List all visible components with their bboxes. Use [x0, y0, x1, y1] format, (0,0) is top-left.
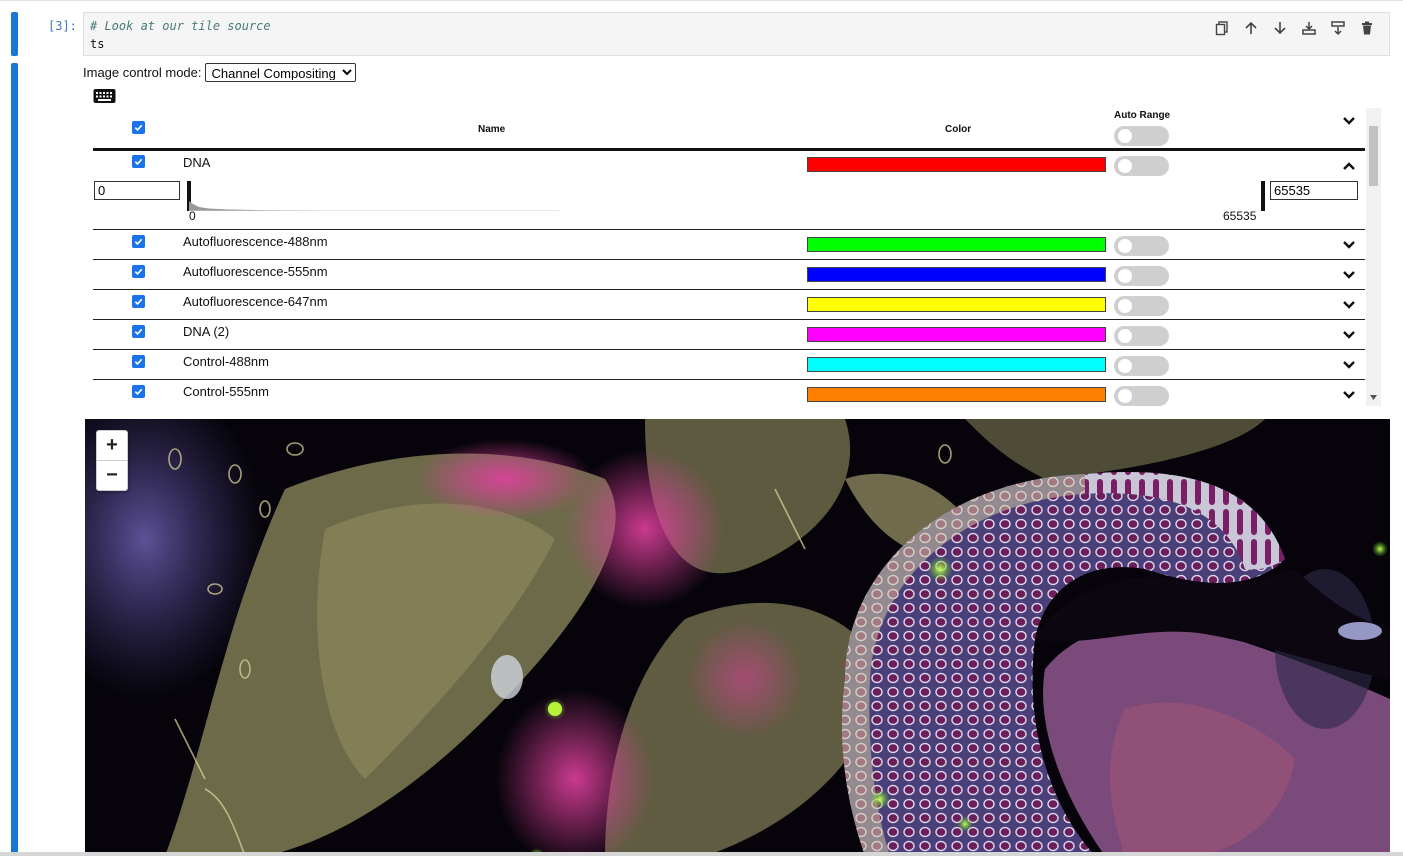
- auto-range-toggle[interactable]: [1114, 266, 1169, 286]
- channel-checkbox[interactable]: [132, 355, 145, 368]
- arrow-down-icon[interactable]: [1265, 18, 1294, 38]
- chevron-down-icon[interactable]: [1342, 390, 1356, 400]
- keyboard-icon[interactable]: [93, 88, 116, 107]
- cell-toolbar: [1207, 18, 1381, 38]
- channel-color-swatch[interactable]: [807, 387, 1106, 402]
- channel-row: Control-555nm: [93, 380, 1365, 406]
- output-selection-bar: [11, 63, 18, 856]
- auto-range-toggle[interactable]: [1114, 236, 1169, 256]
- zoom-in-button[interactable]: +: [97, 431, 127, 460]
- channel-name: Control-555nm: [183, 384, 269, 399]
- channel-row: DNA (2): [93, 320, 1365, 350]
- channel-checkbox[interactable]: [132, 295, 145, 308]
- channel-color-swatch[interactable]: [807, 327, 1106, 342]
- channel-color-swatch[interactable]: [807, 357, 1106, 372]
- header-name: Name: [478, 124, 506, 135]
- channel-checkbox[interactable]: [132, 265, 145, 278]
- image-control-mode-select[interactable]: Channel Compositing: [204, 63, 356, 82]
- channel-color-swatch[interactable]: [807, 297, 1106, 312]
- channel-checkbox[interactable]: [132, 385, 145, 398]
- channel-checkbox[interactable]: [132, 155, 145, 168]
- channel-checkbox[interactable]: [132, 235, 145, 248]
- chevron-down-icon[interactable]: [1342, 270, 1356, 280]
- code-comment: # Look at our tile source: [90, 19, 271, 33]
- range-max-handle[interactable]: [1261, 181, 1265, 211]
- tissue-image: [85, 419, 1390, 856]
- channel-color-swatch[interactable]: [807, 157, 1106, 172]
- channel-color-swatch[interactable]: [807, 237, 1106, 252]
- select-all-checkbox[interactable]: [132, 121, 145, 134]
- insert-below-icon[interactable]: [1323, 18, 1352, 38]
- copy-icon[interactable]: [1207, 18, 1236, 38]
- code-text: ts: [90, 37, 105, 51]
- channel-panel: Name Color Auto Range DNA 0 65535 Autofl…: [93, 108, 1381, 406]
- histogram-max-label: 65535: [1223, 209, 1257, 223]
- channel-row-dna: DNA 0 65535: [93, 151, 1365, 230]
- channel-row: Autofluorescence-488nm: [93, 230, 1365, 260]
- channel-row: Control-488nm: [93, 350, 1365, 380]
- scroll-down-arrow-icon[interactable]: [1370, 395, 1377, 401]
- range-max-input[interactable]: [1270, 181, 1358, 200]
- channel-row: Autofluorescence-555nm: [93, 260, 1365, 290]
- channel-name: DNA (2): [183, 324, 230, 339]
- chevron-down-icon[interactable]: [1342, 116, 1356, 126]
- channel-name: Autofluorescence-647nm: [183, 294, 328, 309]
- histogram-min-label: 0: [189, 209, 196, 223]
- range-min-input[interactable]: [94, 181, 180, 200]
- header-color: Color: [945, 124, 972, 135]
- cell-selection-bar[interactable]: [11, 12, 18, 56]
- cell-prompt: [3]:: [48, 19, 77, 33]
- channel-name: Control-488nm: [183, 354, 269, 369]
- mode-label: Image control mode:: [83, 65, 202, 80]
- auto-range-all-toggle[interactable]: [1114, 126, 1169, 146]
- auto-range-toggle[interactable]: [1114, 326, 1169, 346]
- scrollbar-thumb[interactable]: [1369, 126, 1378, 186]
- chevron-down-icon[interactable]: [1342, 240, 1356, 250]
- auto-range-toggle[interactable]: [1114, 156, 1169, 176]
- auto-range-toggle[interactable]: [1114, 296, 1169, 316]
- auto-range-toggle[interactable]: [1114, 386, 1169, 406]
- chevron-down-icon[interactable]: [1342, 360, 1356, 370]
- image-control-mode-row: Image control mode: Channel Compositing: [83, 63, 356, 82]
- histogram: [189, 201, 559, 211]
- channel-color-swatch[interactable]: [807, 267, 1106, 282]
- bottom-scrollbar[interactable]: [0, 852, 1403, 856]
- top-divider: [0, 0, 1403, 1]
- zoom-control: + −: [96, 430, 128, 491]
- chevron-down-icon[interactable]: [1342, 330, 1356, 340]
- code-cell-editor[interactable]: # Look at our tile source ts: [83, 12, 1390, 56]
- header-auto-range: Auto Range: [1114, 110, 1171, 121]
- image-viewer[interactable]: + −: [85, 419, 1390, 856]
- auto-range-toggle[interactable]: [1114, 356, 1169, 376]
- channel-name: DNA: [183, 155, 211, 170]
- chevron-up-icon[interactable]: [1342, 161, 1356, 171]
- zoom-out-button[interactable]: −: [97, 460, 127, 490]
- insert-above-icon[interactable]: [1294, 18, 1323, 38]
- channel-table-header: Name Color Auto Range: [93, 108, 1365, 151]
- trash-icon[interactable]: [1352, 18, 1381, 38]
- arrow-up-icon[interactable]: [1236, 18, 1265, 38]
- panel-scrollbar[interactable]: [1366, 108, 1381, 406]
- chevron-down-icon[interactable]: [1342, 300, 1356, 310]
- channel-checkbox[interactable]: [132, 325, 145, 338]
- channel-row: Autofluorescence-647nm: [93, 290, 1365, 320]
- channel-name: Autofluorescence-488nm: [183, 234, 328, 249]
- channel-name: Autofluorescence-555nm: [183, 264, 328, 279]
